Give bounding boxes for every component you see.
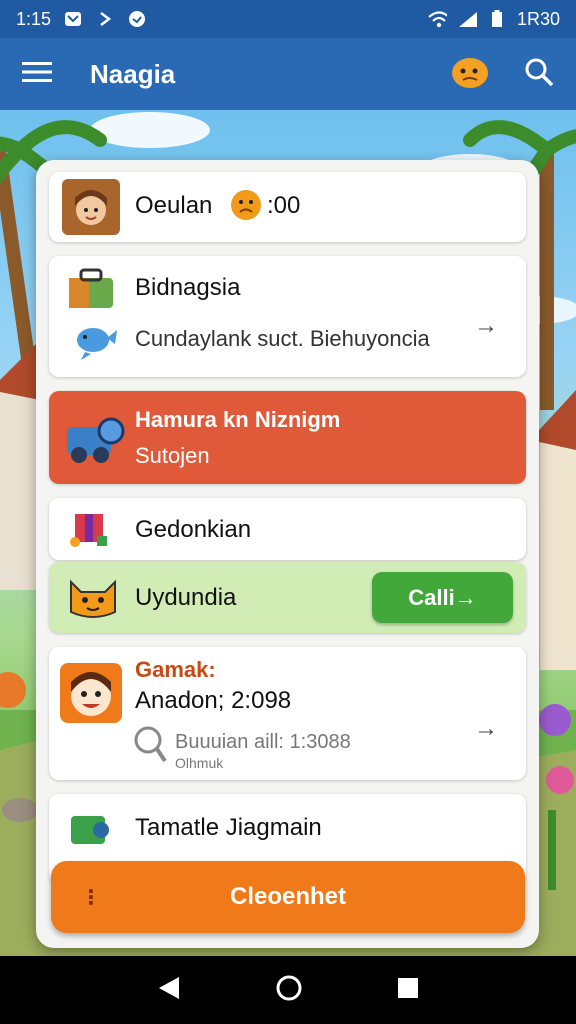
message-icon: [63, 9, 83, 29]
list-item-gedonkian[interactable]: Gedonkian: [49, 498, 526, 560]
battery-icon: [487, 9, 507, 29]
list-item-gamak[interactable]: Gamak: Anadon; 2:098 Buuuian aill: 1:308…: [49, 647, 526, 780]
item-label: Gamak:: [135, 657, 216, 682]
search-icon: [133, 725, 167, 765]
wifi-icon: [427, 9, 447, 29]
item-title: Anadon; 2:098: [135, 687, 292, 714]
recents-icon[interactable]: [397, 977, 419, 1004]
search-icon[interactable]: [524, 57, 554, 92]
battery-text: 1R30: [516, 8, 560, 29]
item-detail-secondary: Olhmuk: [175, 755, 224, 771]
list-item-uydundia[interactable]: Uydundia Calli→: [49, 562, 526, 633]
call-button[interactable]: Calli→: [372, 572, 513, 623]
item-subtitle: Cundaylank suct. Biehuyoncia: [135, 326, 430, 351]
avatar: [62, 179, 120, 235]
app-bar: Naagia: [0, 38, 576, 110]
item-title: Uydundia: [135, 584, 237, 611]
camera-icon: [61, 409, 127, 465]
item-detail: Buuuian aill: 1:3088: [175, 731, 351, 753]
status-bar: 1:15 1R30: [0, 0, 576, 38]
avatar: [60, 663, 122, 723]
back-icon[interactable]: [157, 975, 181, 1006]
app-title: Naagia: [90, 58, 176, 89]
system-nav-bar: [0, 956, 576, 1024]
more-dots-icon: ⋮: [81, 886, 101, 909]
status-time: 1:15: [16, 8, 52, 29]
cat-face-icon: [65, 572, 121, 622]
item-title: Bidnagsia: [135, 274, 241, 301]
gift-box-icon: [67, 508, 111, 552]
list-item-oeulan[interactable]: Oeulan :00: [49, 172, 526, 242]
primary-action-button[interactable]: ⋮ Cleoenhet: [51, 861, 525, 933]
item-time: :00: [267, 192, 301, 219]
toolbox-icon: [65, 266, 117, 312]
home-icon[interactable]: [275, 974, 303, 1007]
primary-action-label: Cleoenhet: [229, 883, 346, 910]
signal-icon: [457, 9, 477, 29]
chevron-right-icon: →: [474, 715, 498, 742]
list-item-bidnagsia[interactable]: Bidnagsia Cundaylank suct. Biehuyoncia →: [49, 256, 526, 377]
item-title: Hamura kn Niznigm: [135, 407, 341, 432]
content-panel: Oeulan :00 Bidnagsia Cundaylank suct. Bi…: [36, 160, 539, 948]
sad-face-icon: [229, 188, 263, 222]
emoji-face-icon[interactable]: [450, 54, 490, 95]
item-title: Gedonkian: [135, 516, 252, 543]
forward-icon: [95, 9, 115, 29]
whale-icon: [71, 320, 117, 360]
item-title: Tamatle Jiagmain: [135, 814, 322, 841]
chevron-right-icon: →: [474, 312, 498, 339]
item-title: Oeulan: [135, 192, 213, 219]
list-item-highlighted[interactable]: Hamura kn Niznigm Sutojen: [49, 391, 526, 484]
battery-box-icon: [67, 808, 113, 848]
menu-icon[interactable]: [22, 60, 52, 89]
shield-icon: [127, 9, 147, 29]
item-subtitle: Sutojen: [135, 443, 210, 468]
